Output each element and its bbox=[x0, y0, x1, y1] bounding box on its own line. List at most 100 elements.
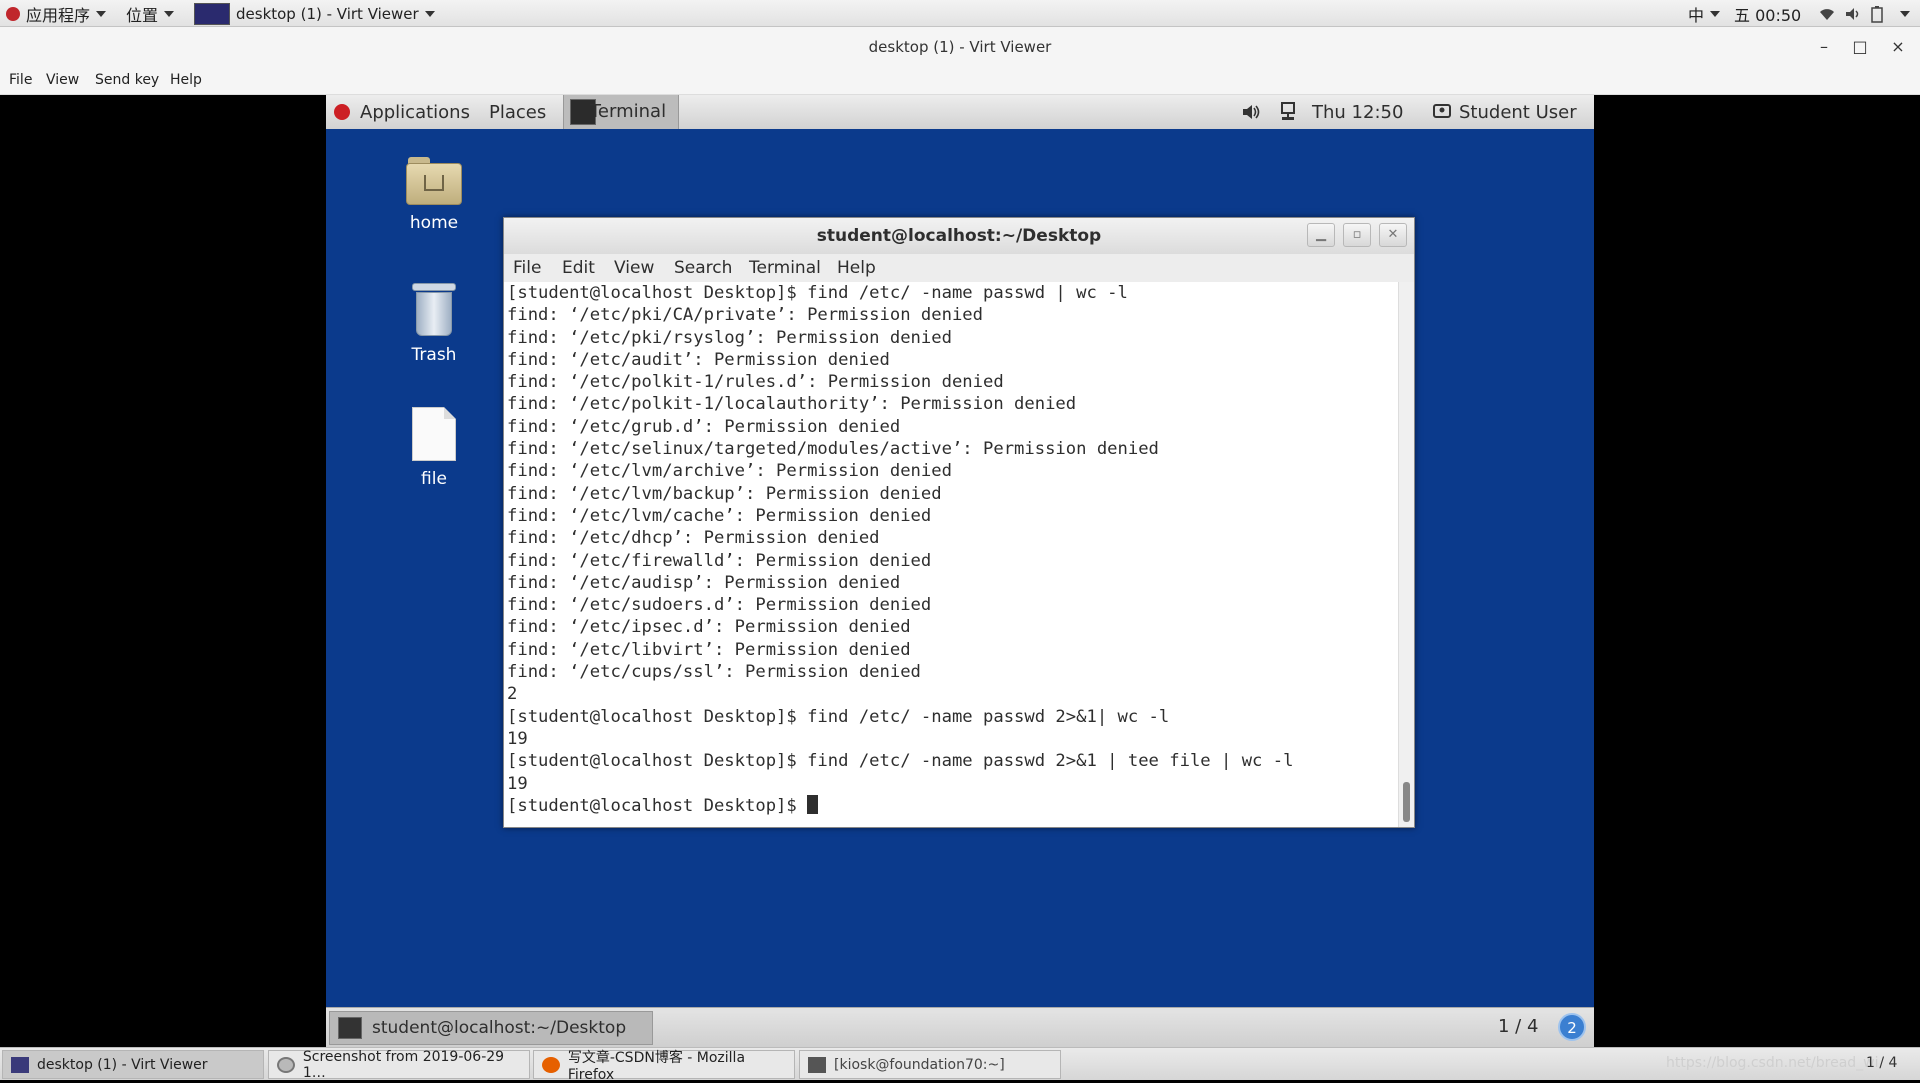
terminal-line: find: ‘/etc/pki/CA/private’: Permission … bbox=[507, 305, 983, 326]
chevron-down-icon bbox=[1710, 10, 1721, 17]
terminal-menu-terminal[interactable]: Terminal bbox=[749, 258, 821, 278]
file-icon bbox=[412, 407, 456, 461]
user-icon bbox=[1433, 104, 1451, 118]
host-task-screenshot[interactable]: Screenshot from 2019-06-29 1… bbox=[268, 1049, 530, 1081]
terminal-line: find: ‘/etc/sudoers.d’: Permission denie… bbox=[507, 595, 932, 616]
minimize-button[interactable]: – bbox=[1812, 35, 1836, 59]
power-menu[interactable] bbox=[1894, 3, 1910, 24]
terminal-prompt: [student@localhost Desktop]$ bbox=[507, 795, 808, 816]
host-task-firefox[interactable]: 写文章-CSDN博客 - Mozilla Firefox bbox=[533, 1050, 795, 1083]
chevron-down-icon bbox=[1900, 10, 1910, 17]
terminal-line: find: ‘/etc/grub.d’: Permission denied bbox=[507, 416, 901, 437]
menu-help[interactable]: Help bbox=[170, 72, 202, 88]
guest-task-terminal[interactable]: student@localhost:~/Desktop bbox=[329, 1011, 653, 1045]
host-task-virt-viewer[interactable]: desktop (1) - Virt Viewer bbox=[2, 1050, 264, 1079]
terminal-close-button[interactable]: ✕ bbox=[1379, 223, 1407, 247]
terminal-scrollbar[interactable] bbox=[1398, 282, 1414, 827]
viewer-title: desktop (1) - Virt Viewer bbox=[868, 38, 1052, 56]
terminal-window[interactable]: student@localhost:~/Desktop ▁ ▫ ✕ File E… bbox=[503, 217, 1415, 828]
trash-icon bbox=[412, 283, 456, 337]
chevron-down-icon bbox=[164, 10, 175, 17]
guest-places-menu[interactable]: Places bbox=[489, 101, 546, 123]
desktop-icon-home[interactable]: home bbox=[384, 157, 484, 233]
menu-view[interactable]: View bbox=[46, 72, 79, 88]
terminal-title: student@localhost:~/Desktop bbox=[816, 226, 1102, 246]
viewer-menu-bar: File View Send key Help bbox=[0, 68, 1920, 95]
window-thumbnail-icon bbox=[194, 2, 230, 25]
terminal-line: find: ‘/etc/polkit-1/localauthority’: Pe… bbox=[507, 394, 1077, 415]
guest-clock[interactable]: Thu 12:50 bbox=[1312, 101, 1403, 123]
firefox-icon bbox=[542, 1056, 560, 1073]
host-top-bar: 应用程序 位置 desktop (1) - Virt Viewer 中 五 00… bbox=[0, 0, 1920, 27]
terminal-prompt-line[interactable]: [student@localhost Desktop]$ bbox=[507, 794, 1293, 817]
watermark-text: https://blog.csdn.net/bread_wi bbox=[1666, 1055, 1879, 1071]
terminal-line: find: ‘/etc/selinux/targeted/modules/act… bbox=[507, 439, 1159, 460]
terminal-cursor bbox=[807, 794, 819, 814]
host-workspace-indicator[interactable]: 1 / 4 bbox=[1866, 1055, 1897, 1071]
network-wired-icon[interactable] bbox=[1280, 101, 1296, 123]
host-window-menu[interactable]: desktop (1) - Virt Viewer bbox=[194, 0, 435, 27]
terminal-line: find: ‘/etc/audisp’: Permission denied bbox=[507, 572, 901, 593]
terminal-line: find: ‘/etc/lvm/backup’: Permission deni… bbox=[507, 483, 942, 504]
guest-applications-menu[interactable]: Applications bbox=[334, 101, 470, 123]
viewer-title-bar: desktop (1) - Virt Viewer – □ × bbox=[0, 27, 1920, 68]
terminal-line: find: ‘/etc/dhcp’: Permission denied bbox=[507, 528, 880, 549]
menu-file[interactable]: File bbox=[9, 72, 32, 88]
fedora-icon bbox=[6, 6, 20, 21]
desktop-icon-file[interactable]: file bbox=[384, 407, 484, 489]
chevron-down-icon bbox=[424, 10, 435, 17]
terminal-lines: [student@localhost Desktop]$ find /etc/ … bbox=[507, 282, 1293, 817]
battery-icon[interactable] bbox=[1870, 3, 1884, 24]
volume-icon[interactable] bbox=[1844, 3, 1862, 24]
terminal-minimize-button[interactable]: ▁ bbox=[1307, 223, 1335, 247]
terminal-scrollbar-thumb[interactable] bbox=[1403, 782, 1410, 822]
close-button[interactable]: × bbox=[1886, 35, 1910, 59]
terminal-line: [student@localhost Desktop]$ find /etc/ … bbox=[507, 706, 1170, 727]
terminal-line: 19 bbox=[507, 773, 528, 794]
terminal-line: [student@localhost Desktop]$ find /etc/ … bbox=[507, 283, 1128, 303]
terminal-line: find: ‘/etc/pki/rsyslog’: Permission den… bbox=[507, 327, 952, 348]
terminal-icon bbox=[808, 1056, 826, 1073]
terminal-line: 2 bbox=[507, 684, 518, 705]
terminal-line: find: ‘/etc/cups/ssl’: Permission denied bbox=[507, 662, 921, 683]
terminal-menu-help[interactable]: Help bbox=[837, 258, 876, 278]
guest-user-menu[interactable]: Student User bbox=[1433, 101, 1577, 123]
home-folder-icon bbox=[406, 157, 462, 205]
workspace-indicator[interactable]: 1 / 4 bbox=[1498, 1016, 1538, 1037]
host-places-menu[interactable]: 位置 bbox=[126, 3, 175, 25]
input-method-indicator[interactable]: 中 bbox=[1688, 3, 1721, 25]
guest-terminal-app-menu[interactable]: Terminal bbox=[563, 95, 679, 129]
terminal-title-bar[interactable]: student@localhost:~/Desktop ▁ ▫ ✕ bbox=[504, 218, 1414, 254]
wifi-icon[interactable] bbox=[1818, 3, 1836, 24]
terminal-line: find: ‘/etc/lvm/archive’: Permission den… bbox=[507, 461, 952, 482]
guest-taskbar: student@localhost:~/Desktop 1 / 4 2 bbox=[326, 1007, 1594, 1047]
desktop-icon-trash[interactable]: Trash bbox=[384, 283, 484, 365]
terminal-menu-edit[interactable]: Edit bbox=[562, 258, 595, 278]
terminal-line: find: ‘/etc/libvirt’: Permission denied bbox=[507, 639, 911, 660]
maximize-button[interactable]: □ bbox=[1848, 35, 1872, 59]
terminal-icon bbox=[338, 1017, 362, 1039]
terminal-menu-file[interactable]: File bbox=[513, 258, 541, 278]
terminal-menu-bar: File Edit View Search Terminal Help bbox=[504, 254, 1414, 282]
fedora-icon bbox=[334, 104, 350, 120]
host-apps-menu[interactable]: 应用程序 bbox=[6, 3, 107, 25]
terminal-line: find: ‘/etc/firewalld’: Permission denie… bbox=[507, 550, 932, 571]
terminal-line: find: ‘/etc/lvm/cache’: Permission denie… bbox=[507, 505, 932, 526]
image-viewer-icon bbox=[277, 1056, 295, 1073]
terminal-menu-view[interactable]: View bbox=[614, 258, 654, 278]
host-task-terminal[interactable]: [kiosk@foundation70:~] bbox=[799, 1050, 1061, 1079]
host-clock[interactable]: 五 00:50 bbox=[1734, 3, 1801, 25]
terminal-maximize-button[interactable]: ▫ bbox=[1343, 223, 1371, 247]
terminal-menu-search[interactable]: Search bbox=[674, 258, 732, 278]
terminal-line: find: ‘/etc/ipsec.d’: Permission denied bbox=[507, 617, 911, 638]
terminal-output[interactable]: [student@localhost Desktop]$ find /etc/ … bbox=[504, 282, 1398, 827]
chevron-down-icon bbox=[96, 10, 107, 17]
notification-badge[interactable]: 2 bbox=[1558, 1013, 1586, 1041]
terminal-line: find: ‘/etc/audit’: Permission denied bbox=[507, 349, 890, 370]
menu-send-key[interactable]: Send key bbox=[95, 72, 159, 88]
host-taskbar: desktop (1) - Virt Viewer Screenshot fro… bbox=[0, 1047, 1920, 1083]
virt-viewer-icon bbox=[11, 1056, 29, 1073]
volume-icon[interactable] bbox=[1241, 101, 1261, 123]
terminal-line: find: ‘/etc/polkit-1/rules.d’: Permissio… bbox=[507, 372, 1004, 393]
terminal-line: 19 bbox=[507, 728, 528, 749]
